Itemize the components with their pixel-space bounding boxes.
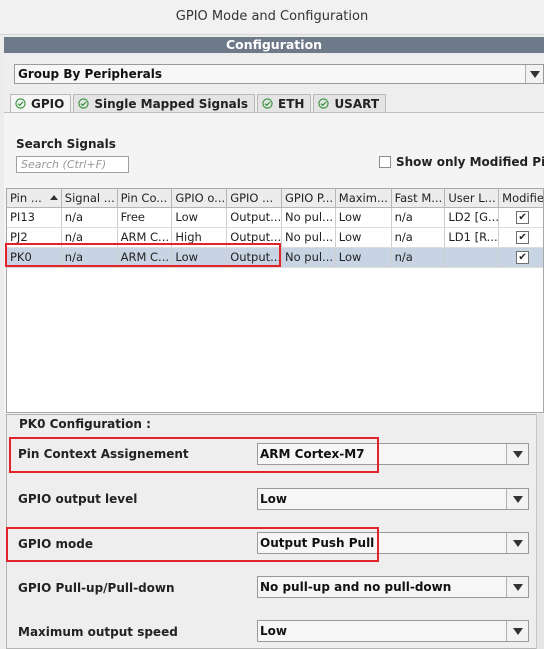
gpio-tab-content: Search Signals Search (Ctrl+F) Show only… — [4, 112, 544, 413]
column-header[interactable]: GPIO ... — [227, 189, 282, 207]
table-cell: Low — [336, 208, 392, 227]
table-cell: Low — [172, 208, 228, 227]
table-cell: Output... — [227, 248, 282, 267]
table-cell: No pul... — [282, 228, 336, 247]
table-row-selected[interactable]: PK0 n/a ARM C... Low Output... No pul...… — [7, 248, 543, 268]
field-label: Pin Context Assignement — [18, 447, 189, 461]
table-cell: PJ2 — [7, 228, 62, 247]
table-cell: PK0 — [7, 248, 62, 267]
column-header[interactable]: User L... — [445, 189, 500, 207]
table-row[interactable]: PJ2 n/a ARM C... High Output... No pul..… — [7, 228, 543, 248]
chevron-down-icon[interactable] — [506, 533, 528, 553]
chevron-down-icon[interactable] — [525, 65, 543, 83]
group-by-select[interactable]: Group By Peripherals — [14, 64, 544, 84]
modified-checkbox[interactable]: ✔ — [516, 231, 530, 244]
check-circle-icon — [78, 98, 89, 109]
chevron-down-icon[interactable] — [506, 489, 528, 509]
tab-single-mapped-signals[interactable]: Single Mapped Signals — [73, 94, 255, 112]
table-cell: n/a — [392, 248, 446, 267]
pin-config-panel: PK0 Configuration : Pin Context Assignem… — [6, 414, 536, 649]
configuration-panel: Group By Peripherals GPIO Single Mapped … — [4, 54, 544, 649]
table-cell: ARM C... — [118, 228, 173, 247]
table-cell: Low — [336, 248, 392, 267]
field-label: GPIO mode — [18, 537, 93, 551]
table-cell: n/a — [392, 228, 446, 247]
column-header[interactable]: GPIO P... — [282, 189, 336, 207]
modified-cell: ✔ — [499, 228, 543, 247]
table-cell: n/a — [392, 208, 446, 227]
chevron-down-icon[interactable] — [506, 444, 528, 464]
column-header[interactable]: GPIO o... — [172, 189, 228, 207]
check-circle-icon — [15, 98, 26, 109]
table-cell: Low — [172, 248, 228, 267]
configuration-header: Configuration — [4, 37, 544, 53]
select-value: Output Push Pull — [260, 536, 375, 550]
select-value: No pull-up and no pull-down — [260, 580, 452, 594]
modified-cell: ✔ — [499, 248, 543, 267]
tab-label: GPIO — [31, 96, 65, 111]
table-cell: PI13 — [7, 208, 62, 227]
tab-eth[interactable]: ETH — [257, 94, 312, 112]
table-cell: High — [172, 228, 228, 247]
table-row[interactable]: PI13 n/a Free Low Output... No pul... Lo… — [7, 208, 543, 228]
gpio-pull-select[interactable]: No pull-up and no pull-down — [257, 576, 529, 598]
group-by-value: Group By Peripherals — [18, 67, 162, 81]
field-label: GPIO Pull-up/Pull-down — [18, 581, 175, 595]
table-cell: No pul... — [282, 208, 336, 227]
show-modified-checkbox[interactable] — [379, 156, 391, 168]
sort-asc-icon — [49, 195, 58, 200]
tab-usart[interactable]: USART — [313, 94, 386, 112]
table-cell: LD1 [R... — [445, 228, 500, 247]
pin-config-title: PK0 Configuration : — [17, 417, 153, 431]
table-header: Pin ... Signal ... Pin Co... GPIO o... G… — [7, 189, 543, 208]
tab-bar: GPIO Single Mapped Signals ETH USART — [10, 94, 388, 112]
column-header[interactable]: Signal ... — [62, 189, 118, 207]
select-value: ARM Cortex-M7 — [260, 447, 365, 461]
field-label: Maximum output speed — [18, 625, 178, 639]
gpio-mode-select[interactable]: Output Push Pull — [257, 532, 529, 554]
table-cell: n/a — [62, 208, 118, 227]
table-cell: Low — [336, 228, 392, 247]
table-cell: n/a — [62, 248, 118, 267]
search-signals-label: Search Signals — [16, 137, 116, 151]
show-modified-toggle[interactable]: Show only Modified Pins — [379, 155, 544, 169]
table-cell — [445, 248, 500, 267]
table-cell: No pul... — [282, 248, 336, 267]
tab-label: USART — [334, 96, 379, 111]
chevron-down-icon[interactable] — [506, 577, 528, 597]
modified-checkbox[interactable]: ✔ — [516, 211, 530, 224]
table-cell: Output... — [227, 208, 282, 227]
tab-label: ETH — [278, 96, 305, 111]
column-header[interactable]: Maxim... — [336, 189, 392, 207]
column-header[interactable]: Pin ... — [7, 189, 62, 207]
table-cell: ARM C... — [118, 248, 173, 267]
table-cell: Output... — [227, 228, 282, 247]
column-header[interactable]: Pin Co... — [118, 189, 173, 207]
search-input[interactable]: Search (Ctrl+F) — [16, 156, 129, 173]
select-value: Low — [260, 492, 287, 506]
table-cell: LD2 [G... — [445, 208, 500, 227]
select-value: Low — [260, 624, 287, 638]
column-header[interactable]: Fast M... — [392, 189, 446, 207]
check-circle-icon — [318, 98, 330, 109]
field-label: GPIO output level — [18, 492, 138, 506]
pin-table: Pin ... Signal ... Pin Co... GPIO o... G… — [6, 188, 544, 413]
chevron-down-icon[interactable] — [506, 621, 528, 641]
modified-cell: ✔ — [499, 208, 543, 227]
gpio-output-level-select[interactable]: Low — [257, 488, 529, 510]
scrollbar[interactable] — [536, 414, 544, 649]
tab-gpio[interactable]: GPIO — [10, 94, 72, 112]
tab-label: Single Mapped Signals — [94, 96, 248, 111]
pin-context-select[interactable]: ARM Cortex-M7 — [257, 443, 529, 465]
show-modified-label: Show only Modified Pins — [396, 155, 544, 169]
column-header[interactable]: Modifie — [499, 189, 543, 207]
max-output-speed-select[interactable]: Low — [257, 620, 529, 642]
modified-checkbox[interactable]: ✔ — [516, 251, 530, 264]
window-title: GPIO Mode and Configuration — [0, 0, 544, 35]
table-cell: n/a — [62, 228, 118, 247]
check-circle-icon — [262, 98, 273, 109]
table-cell: Free — [118, 208, 173, 227]
